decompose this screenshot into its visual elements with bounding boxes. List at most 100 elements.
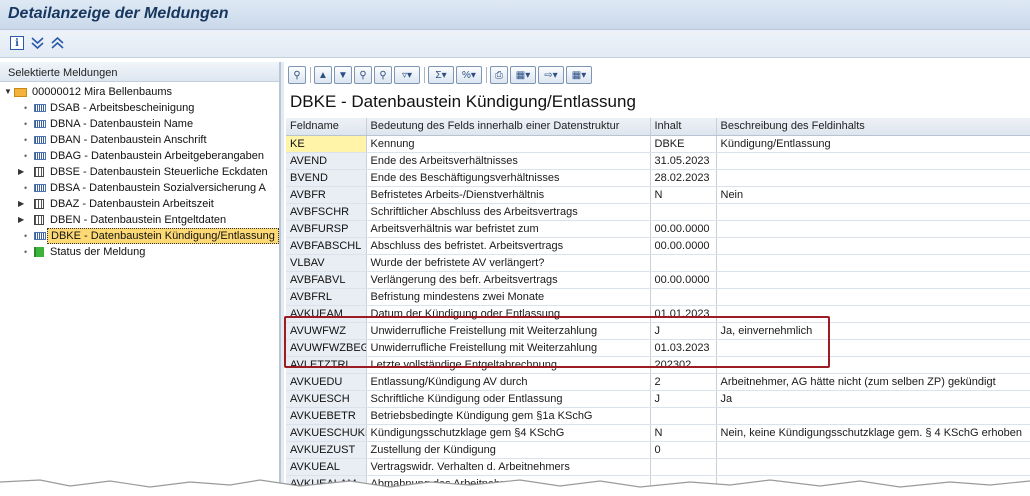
- cell-feldname: BVEND: [286, 169, 367, 187]
- table-icon: [34, 215, 44, 225]
- cell-feldname: AVKUEZUST: [286, 441, 367, 459]
- tree-bullet-icon: •: [24, 247, 28, 257]
- subtotal-button[interactable]: %▾: [456, 66, 482, 84]
- table-row[interactable]: VLBAV Wurde der befristete AV verlängert?: [286, 254, 1030, 272]
- tree-node[interactable]: • Status der Meldung: [0, 244, 279, 260]
- column-header-bedeutung[interactable]: Bedeutung des Felds innerhalb einer Date…: [366, 118, 651, 136]
- table-row[interactable]: AVKUEDU Entlassung/Kündigung AV durch 2 Arb…: [286, 373, 1030, 391]
- column-header-inhalt[interactable]: Inhalt: [650, 118, 717, 136]
- table-row[interactable]: AVBFURSP Arbeitsverhältnis war befristet …: [286, 220, 1030, 238]
- find-next-button[interactable]: ⚲: [374, 66, 392, 84]
- grid-toolbar: ⚲ ▲ ▼ ⚲ ⚲ ▿▾ Σ▾ %▾ ⎙ ▦▾ ⇨▾ ▦▾: [288, 64, 1030, 88]
- expand-arrow-icon[interactable]: ▶: [18, 196, 24, 212]
- table-row[interactable]: AVBFSCHR Schriftlicher Abschluss des Arbe…: [286, 203, 1030, 221]
- collapse-all-icon[interactable]: [50, 36, 64, 50]
- cell-bedeutung: Letzte vollständige Entgeltabrechnung: [366, 356, 651, 374]
- views-button[interactable]: ▦▾: [510, 66, 536, 84]
- tree-node-label: DBAZ - Datenbaustein Arbeitszeit: [50, 198, 214, 210]
- table-row[interactable]: AVKUEAM Datum der Kündigung oder Entlassu…: [286, 305, 1030, 323]
- layout-button[interactable]: ▦▾: [566, 66, 592, 84]
- details-button[interactable]: ⚲: [288, 66, 306, 84]
- cell-feldname: AVKUEBETR: [286, 407, 367, 425]
- tree-node[interactable]: • DBAG - Datenbaustein Arbeitgeberangaben: [0, 148, 279, 164]
- toolbar-separator: [424, 67, 425, 83]
- table-row[interactable]: AVBFABVL Verlängerung des befr. Arbeitsve…: [286, 271, 1030, 289]
- tree-node-label: DBNA - Datenbaustein Name: [50, 118, 194, 130]
- expand-all-icon[interactable]: [30, 36, 44, 50]
- filter-button[interactable]: ▿▾: [394, 66, 420, 84]
- tree-node[interactable]: ▶ DBEN - Datenbaustein Entgeltdaten: [0, 212, 279, 228]
- cell-feldname: AVKUESCHUKL: [286, 424, 367, 442]
- cell-inhalt: 31.05.2023: [650, 152, 717, 170]
- tree-bullet-icon: •: [24, 103, 28, 113]
- info-icon[interactable]: i: [10, 36, 24, 50]
- tree-node-root[interactable]: ▼ 00000012 Mira Bellenbaums: [0, 84, 279, 100]
- sort-ascending-button[interactable]: ▲: [314, 66, 332, 84]
- table-row[interactable]: AVKUESCH Schriftliche Kündigung oder Entl…: [286, 390, 1030, 408]
- table-header-row: Feldname Bedeutung des Felds innerhalb e…: [286, 118, 1030, 136]
- table-row[interactable]: AVEND Ende des Arbeitsverhältnisses 31.05.…: [286, 152, 1030, 170]
- cell-feldname: KE: [286, 135, 367, 153]
- cell-beschreibung: [716, 458, 1030, 476]
- cell-feldname: AVEND: [286, 152, 367, 170]
- cell-beschreibung: [716, 271, 1030, 289]
- tree-node[interactable]: • DBNA - Datenbaustein Name: [0, 116, 279, 132]
- table-row[interactable]: AVUWFWZBEG Unwiderrufliche Freistellung m…: [286, 339, 1030, 357]
- barcode-icon: [34, 152, 46, 160]
- cell-feldname: AVBFABVL: [286, 271, 367, 289]
- cell-feldname: AVBFR: [286, 186, 367, 204]
- table-row[interactable]: AVBFR Befristetes Arbeits-/Dienstverhältn…: [286, 186, 1030, 204]
- expand-arrow-icon[interactable]: ▶: [18, 212, 24, 228]
- cell-bedeutung: Zustellung der Kündigung: [366, 441, 651, 459]
- collapse-arrow-icon[interactable]: ▼: [4, 84, 12, 100]
- table-row[interactable]: BVEND Ende des Beschäftigungsverhältnisse…: [286, 169, 1030, 187]
- tree-node[interactable]: • DSAB - Arbeitsbescheinigung: [0, 100, 279, 116]
- table-row[interactable]: AVBFRL Befristung mindestens zwei Monate: [286, 288, 1030, 306]
- cell-inhalt: 0: [650, 441, 717, 459]
- table-row[interactable]: AVKUESCHUKL Kündigungsschutzklage gem §4 …: [286, 424, 1030, 442]
- table-row[interactable]: AVUWFWZ Unwiderrufliche Freistellung mit …: [286, 322, 1030, 340]
- table-row[interactable]: AVBFABSCHL Abschluss des befristet. Arbei…: [286, 237, 1030, 255]
- cell-feldname: AVUWFWZBEG: [286, 339, 367, 357]
- print-button[interactable]: ⎙: [490, 66, 508, 84]
- tree-node-label: DBAG - Datenbaustein Arbeitgeberangaben: [50, 150, 265, 162]
- field-table: Feldname Bedeutung des Felds innerhalb e…: [286, 118, 1030, 493]
- table-row[interactable]: KE Kennung DBKE Kündigung/Entlassung: [286, 135, 1030, 153]
- table-row[interactable]: AVKUEAL Vertragswidr. Verhalten d. Arbeit…: [286, 458, 1030, 476]
- tree-node[interactable]: ▶ DBSE - Datenbaustein Steuerliche Eckdat…: [0, 164, 279, 180]
- cell-beschreibung: [716, 441, 1030, 459]
- tree-node[interactable]: • DBAN - Datenbaustein Anschrift: [0, 132, 279, 148]
- table-row[interactable]: AVKUEALAM Abmahnung des Arbeitnehmers: [286, 475, 1030, 493]
- toolbar-separator: [486, 67, 487, 83]
- table-row[interactable]: AVKUEBETR Betriebsbedingte Kündigung gem …: [286, 407, 1030, 425]
- tree-bullet-icon: •: [24, 231, 28, 241]
- cell-inhalt: J: [650, 390, 717, 408]
- tree-node[interactable]: • DBKE - Datenbaustein Kündigung/Entlassu…: [0, 228, 279, 244]
- cell-inhalt: [650, 475, 717, 493]
- column-header-beschreibung[interactable]: Beschreibung des Feldinhalts: [716, 118, 1030, 136]
- column-header-feldname[interactable]: Feldname: [286, 118, 367, 136]
- cell-beschreibung: [716, 169, 1030, 187]
- cell-beschreibung: [716, 305, 1030, 323]
- tree-node[interactable]: • DBSA - Datenbaustein Sozialversicherung…: [0, 180, 279, 196]
- cell-feldname: AVBFRL: [286, 288, 367, 306]
- tree-header: Selektierte Meldungen: [0, 62, 279, 82]
- tree-node-label: DBKE - Datenbaustein Kündigung/Entlassun…: [47, 228, 279, 244]
- toolbar-separator: [310, 67, 311, 83]
- cell-inhalt: 00.00.0000: [650, 237, 717, 255]
- barcode-icon: [34, 232, 46, 240]
- table-row[interactable]: AVLETZTRL Letzte vollständige Entgeltabre…: [286, 356, 1030, 374]
- find-button[interactable]: ⚲: [354, 66, 372, 84]
- cell-inhalt: [650, 288, 717, 306]
- cell-beschreibung: [716, 339, 1030, 357]
- cell-beschreibung: [716, 475, 1030, 493]
- cell-inhalt: 202302: [650, 356, 717, 374]
- sum-button[interactable]: Σ▾: [428, 66, 454, 84]
- table-row[interactable]: AVKUEZUST Zustellung der Kündigung 0: [286, 441, 1030, 459]
- cell-inhalt: 01.01.2023: [650, 305, 717, 323]
- expand-arrow-icon[interactable]: ▶: [18, 164, 24, 180]
- tree-node[interactable]: ▶ DBAZ - Datenbaustein Arbeitszeit: [0, 196, 279, 212]
- cell-bedeutung: Unwiderrufliche Freistellung mit Weiterz…: [366, 339, 651, 357]
- export-button[interactable]: ⇨▾: [538, 66, 564, 84]
- sort-descending-button[interactable]: ▼: [334, 66, 352, 84]
